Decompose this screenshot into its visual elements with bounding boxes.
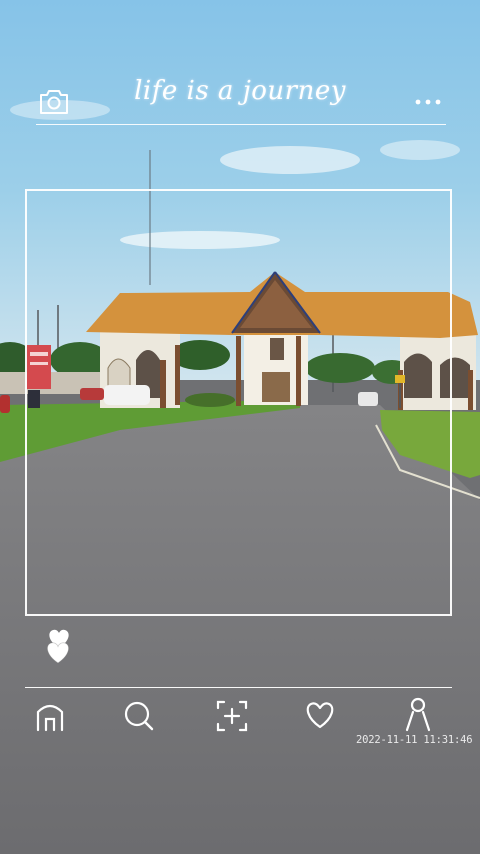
nav-item-home[interactable] — [30, 694, 70, 738]
photo-timestamp: 2022-11-11 11:31:46 — [356, 734, 473, 746]
top-bar: life is a journey — [0, 0, 480, 140]
page-title: life is a journey — [134, 76, 346, 106]
user-icon — [405, 697, 431, 732]
bottom-nav — [0, 694, 480, 738]
nav-item-search[interactable] — [118, 694, 158, 738]
cloud — [380, 140, 460, 160]
search-icon — [124, 701, 154, 731]
photo-frame — [25, 189, 452, 616]
header-divider — [36, 124, 446, 125]
camera-icon — [40, 90, 68, 114]
home-icon — [36, 704, 64, 732]
cloud — [220, 146, 360, 174]
like-button[interactable] — [42, 626, 76, 666]
nav-item-add[interactable] — [212, 694, 252, 738]
double-heart-icon — [47, 629, 69, 664]
heart-icon — [306, 702, 334, 729]
more-horizontal-icon — [415, 99, 441, 105]
more-button[interactable] — [410, 90, 446, 114]
camera-button[interactable] — [36, 86, 72, 118]
nav-item-profile[interactable] — [398, 694, 438, 738]
nav-divider — [25, 687, 452, 688]
add-frame-icon — [216, 700, 248, 732]
nav-item-likes[interactable] — [300, 694, 340, 738]
